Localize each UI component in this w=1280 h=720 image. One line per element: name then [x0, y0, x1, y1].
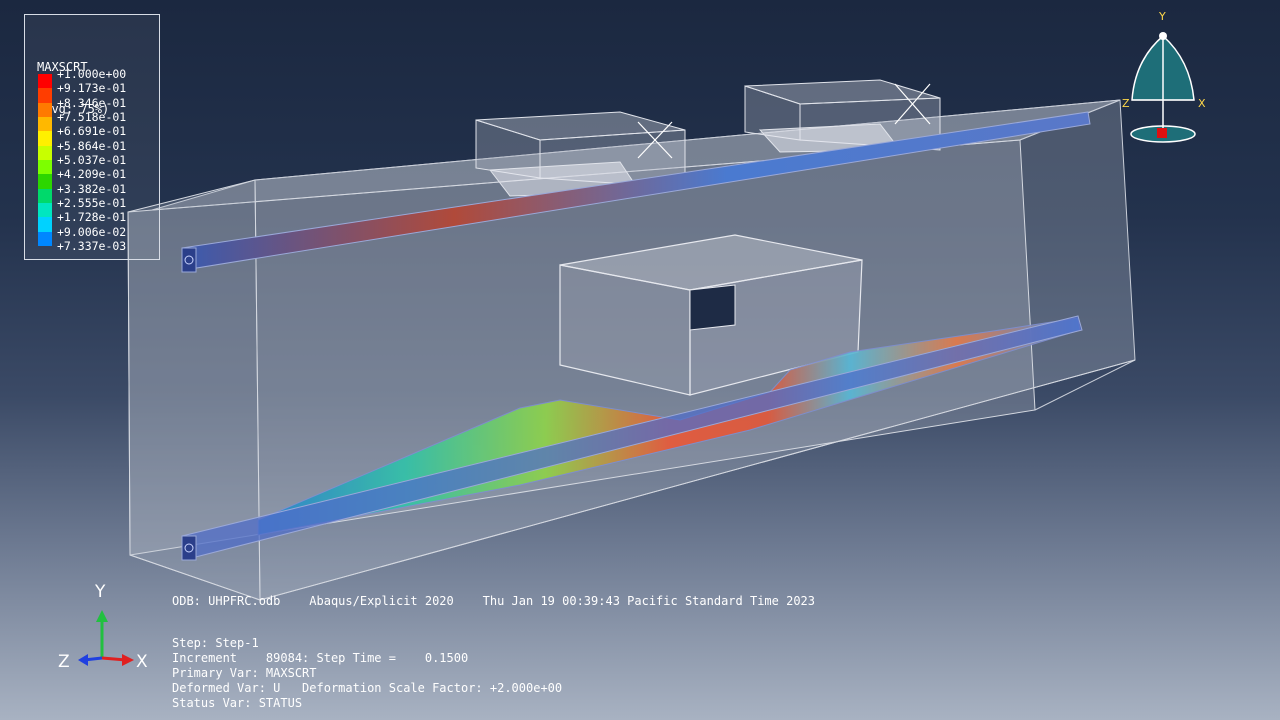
view-cube-z-label: Z — [1122, 97, 1130, 110]
view-orientation-gizmo[interactable] — [1130, 32, 1196, 143]
odb-info: ODB: UHPFRC.odb Abaqus/Explicit 2020 Thu… — [172, 594, 815, 608]
legend-level-label: +9.173e-01 — [57, 81, 127, 96]
deformed-var-label: Deformed Var: U Deformation Scale Factor… — [172, 681, 563, 695]
view-cube-y-label: Y — [1159, 10, 1166, 23]
step-label: Step: Step-1 — [172, 636, 259, 650]
view-cube-x-label: X — [1198, 97, 1206, 110]
step-info-block: Step: Step-1 Increment 89084: Step Time … — [172, 636, 562, 711]
legend-level-label: +2.555e-01 — [57, 196, 127, 210]
legend-level-label: +7.337e-03 — [57, 239, 127, 253]
legend-level-label: +8.346e-01 — [57, 95, 127, 110]
legend-level-label: +1.000e+00 — [57, 67, 127, 81]
legend-swatch — [38, 131, 52, 147]
legend-swatch — [38, 160, 52, 175]
legend-swatch — [38, 174, 52, 190]
legend-level-label: +6.691e-01 — [57, 124, 127, 139]
increment-label: Increment 89084: Step Time = 0.1500 — [172, 651, 469, 665]
legend-level-label: +9.006e-02 — [57, 224, 127, 239]
contour-legend: MAXSCRT (Avg: 75%) +1.000e+00 +9.173e-01 +… — [24, 14, 160, 260]
legend-level-label: +3.382e-01 — [57, 181, 127, 196]
status-var-label: Status Var: STATUS — [172, 696, 303, 710]
legend-level-label: +7.518e-01 — [57, 110, 127, 124]
legend-color-bar — [38, 74, 52, 247]
triad-z-label: Z — [58, 652, 70, 672]
legend-swatch — [38, 102, 52, 118]
legend-level-label: +1.728e-01 — [57, 210, 127, 225]
legend-swatch — [38, 203, 52, 218]
legend-swatch — [38, 88, 52, 104]
legend-level-label: +5.864e-01 — [57, 138, 127, 153]
legend-swatch — [38, 145, 52, 161]
legend-level-label: +4.209e-01 — [57, 167, 127, 182]
legend-swatch — [38, 188, 52, 204]
legend-swatch — [38, 117, 52, 132]
legend-level-label: +5.037e-01 — [57, 153, 127, 167]
legend-swatch — [38, 231, 52, 247]
triad-y-label: Y — [95, 582, 106, 602]
model-viewport[interactable] — [0, 0, 1280, 720]
legend-swatch — [38, 217, 52, 233]
triad-x-label: X — [136, 652, 148, 672]
legend-swatch — [38, 74, 52, 89]
primary-var-label: Primary Var: MAXSCRT — [172, 666, 317, 680]
